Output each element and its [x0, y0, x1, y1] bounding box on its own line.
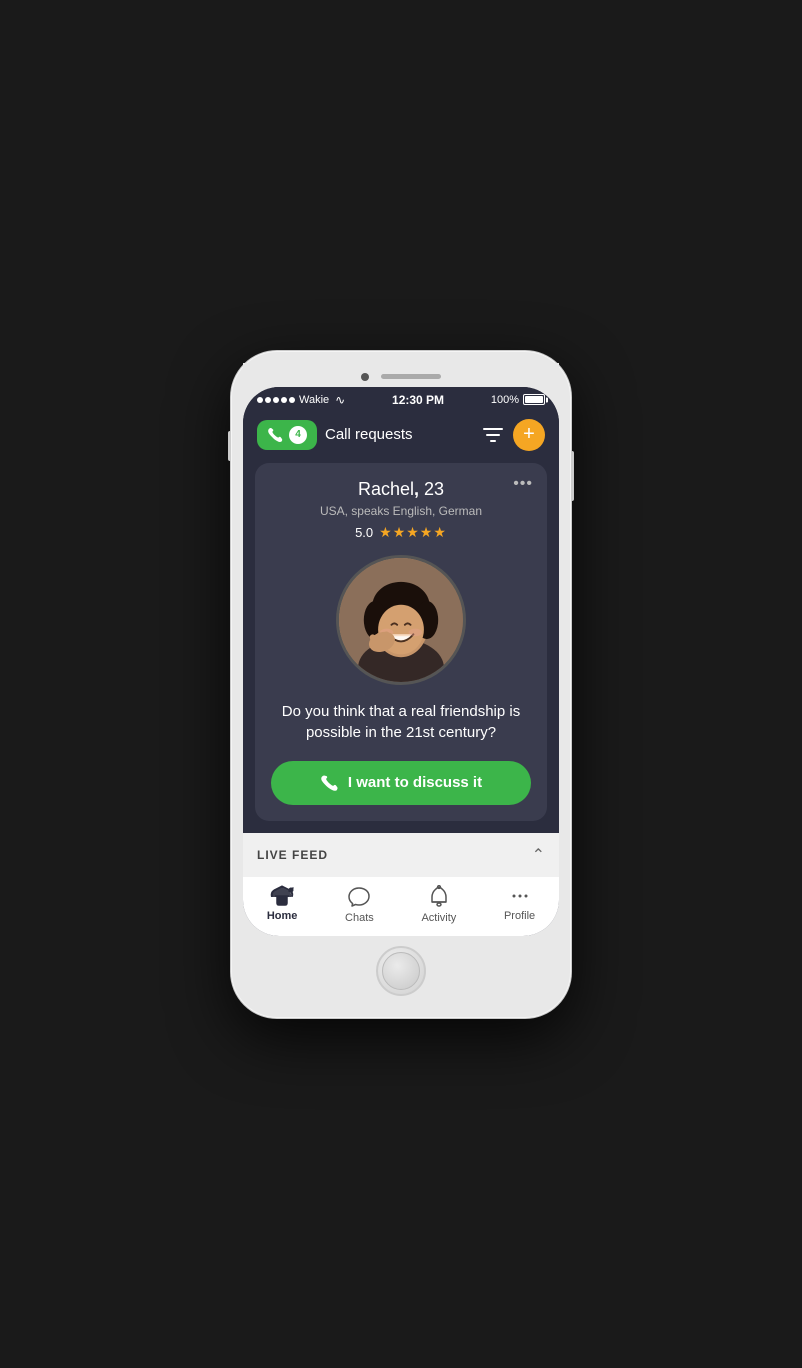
more-dots[interactable]: •••: [513, 475, 533, 493]
activity-icon: [428, 885, 450, 909]
rating-number: 5.0: [355, 525, 373, 540]
live-feed-title: LIVE FEED: [257, 848, 328, 862]
profile-name: Rachel, 23: [271, 479, 531, 500]
bottom-nav: Home Chats Activity: [243, 877, 559, 936]
battery-icon: [523, 394, 545, 405]
phone-screen: Wakie ∿ 12:30 PM 100% 4: [243, 387, 559, 936]
signal-dot-1: [257, 397, 263, 403]
nav-profile-label: Profile: [504, 910, 535, 922]
nav-chats[interactable]: Chats: [345, 885, 374, 924]
header-actions: +: [483, 419, 545, 451]
camera: [361, 373, 369, 381]
wifi-icon: ∿: [335, 393, 345, 407]
phone-top-hardware: [243, 363, 559, 387]
profile-icon: [509, 885, 531, 907]
nav-home[interactable]: Home: [267, 885, 298, 924]
app-header: 4 Call requests +: [243, 411, 559, 463]
home-button-inner: [382, 952, 420, 990]
live-feed-bar[interactable]: LIVE FEED ⌃: [243, 833, 559, 877]
nav-activity[interactable]: Activity: [421, 885, 456, 924]
phone-device: Wakie ∿ 12:30 PM 100% 4: [231, 351, 571, 1018]
home-button[interactable]: [376, 946, 426, 996]
status-time: 12:30 PM: [392, 393, 444, 407]
status-right: 100%: [491, 394, 545, 406]
status-left: Wakie ∿: [257, 393, 345, 407]
rating-row: 5.0 ★★★★★: [271, 524, 531, 541]
chats-icon: [347, 885, 371, 909]
profile-avatar-svg: [339, 558, 463, 682]
filter-icon[interactable]: [483, 427, 503, 443]
nav-home-label: Home: [267, 910, 298, 922]
discussion-text: Do you think that a real friendship is p…: [271, 701, 531, 743]
home-icon: [269, 885, 295, 907]
volume-button: [228, 431, 231, 461]
discuss-button[interactable]: I want to discuss it: [271, 761, 531, 805]
add-button[interactable]: +: [513, 419, 545, 451]
status-bar: Wakie ∿ 12:30 PM 100%: [243, 387, 559, 411]
phone-call-icon: [320, 774, 338, 792]
profile-image: [336, 555, 466, 685]
battery-fill: [525, 396, 543, 403]
badge-count: 4: [289, 426, 307, 444]
signal-dot-3: [273, 397, 279, 403]
power-button: [571, 451, 574, 501]
rating-stars: ★★★★★: [379, 524, 447, 541]
profile-img-bg: [339, 558, 463, 682]
nav-activity-label: Activity: [421, 912, 456, 924]
battery-percent: 100%: [491, 394, 519, 406]
nav-profile[interactable]: Profile: [504, 885, 535, 924]
profile-location: USA, speaks English, German: [271, 504, 531, 518]
chevron-up-icon[interactable]: ⌃: [532, 845, 545, 865]
signal-dot-2: [265, 397, 271, 403]
speaker: [381, 374, 441, 379]
call-requests-badge[interactable]: 4: [257, 420, 317, 450]
profile-card: ••• Rachel, 23 USA, speaks English, Germ…: [255, 463, 547, 821]
signal-dot-5: [289, 397, 295, 403]
nav-chats-label: Chats: [345, 912, 374, 924]
phone-icon: [267, 427, 283, 443]
signal-dots: [257, 397, 295, 403]
header-title: Call requests: [325, 426, 413, 443]
signal-dot-4: [281, 397, 287, 403]
carrier-name: Wakie: [299, 394, 329, 406]
